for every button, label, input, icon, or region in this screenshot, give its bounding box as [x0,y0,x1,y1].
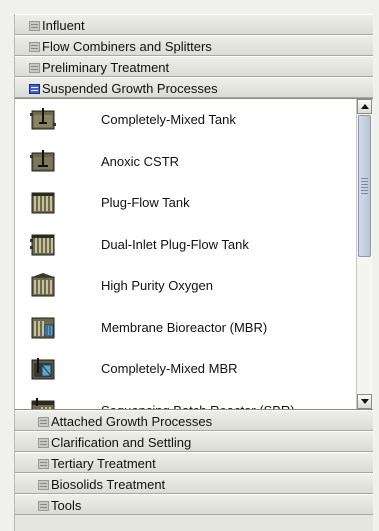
group-label: Suspended Growth Processes [42,81,218,96]
completely-mixed-mbr-icon [31,358,55,380]
collapsed-group-icon [38,459,49,469]
group-tertiary-treatment[interactable]: Tertiary Treatment [15,452,373,473]
anoxic-cstr-icon [30,149,55,171]
plug-flow-tank-icon [31,192,55,214]
group-label: Tools [51,498,82,513]
list-item-membrane-bioreactor[interactable]: Membrane Bioreactor (MBR) [15,307,357,349]
collapsed-group-icon [38,438,49,448]
item-label: Completely-Mixed MBR [101,361,238,376]
collapsed-group-icon [38,417,49,427]
dual-inlet-plug-flow-tank-icon [30,234,55,255]
item-label: High Purity Oxygen [101,278,213,293]
expanded-group-icon [29,84,40,94]
collapsed-group-icon [29,42,40,52]
group-suspended-growth-processes[interactable]: Suspended Growth Processes [15,77,373,98]
item-label: Anoxic CSTR [101,153,180,169]
suspended-growth-list: Completely-Mixed Tank Anoxic CSTR Plug-F… [15,98,373,410]
list-item-plug-flow-tank[interactable]: Plug-Flow Tank [15,182,357,224]
group-preliminary-treatment[interactable]: Preliminary Treatment [15,56,373,77]
grip-icon [361,178,368,194]
group-label: Influent [42,18,85,33]
group-influent[interactable]: Influent [15,14,373,35]
collapsed-group-icon [29,21,40,31]
group-flow-combiners-splitters[interactable]: Flow Combiners and Splitters [15,35,373,56]
collapsed-group-icon [38,480,49,490]
item-label: Sequencing Batch Reactor (SBR) [101,390,295,410]
list-item-completely-mixed-mbr[interactable]: Completely-Mixed MBR [15,348,357,390]
collapsed-group-icon [38,501,49,511]
arrow-up-icon [361,104,369,109]
group-label: Clarification and Settling [51,435,192,450]
group-biosolids-treatment[interactable]: Biosolids Treatment [15,473,373,494]
group-tools[interactable]: Tools [15,494,373,515]
group-label: Flow Combiners and Splitters [42,39,212,54]
high-purity-oxygen-icon [31,273,55,297]
list-item-sbr[interactable]: Sequencing Batch Reactor (SBR) [15,390,357,410]
list-item-dual-inlet-plug-flow-tank[interactable]: Dual-Inlet Plug-Flow Tank [15,224,357,266]
item-label: Plug-Flow Tank [101,195,190,210]
scroll-down-button[interactable] [357,394,372,409]
list-viewport: Completely-Mixed Tank Anoxic CSTR Plug-F… [15,99,357,409]
item-label: Dual-Inlet Plug-Flow Tank [101,236,249,252]
group-label: Attached Growth Processes [51,414,213,429]
list-item-high-purity-oxygen[interactable]: High Purity Oxygen [15,265,357,307]
collapsed-group-icon [29,63,40,73]
group-clarification-settling[interactable]: Clarification and Settling [15,431,373,452]
group-label: Preliminary Treatment [42,60,170,75]
scroll-up-button[interactable] [357,99,372,114]
arrow-down-icon [361,399,369,404]
sbr-icon [31,397,55,409]
item-label: Completely-Mixed Tank [101,112,236,127]
completely-mixed-tank-icon [30,108,56,130]
scrollbar-thumb[interactable] [358,115,371,257]
group-label: Biosolids Treatment [51,477,166,492]
list-item-completely-mixed-tank[interactable]: Completely-Mixed Tank [15,99,357,141]
item-label: Membrane Bioreactor (MBR) [101,319,268,335]
vertical-scrollbar[interactable] [356,99,373,409]
group-attached-growth-processes[interactable]: Attached Growth Processes [15,410,373,431]
process-palette-panel: Influent Flow Combiners and Splitters Pr… [14,14,373,531]
list-item-anoxic-cstr[interactable]: Anoxic CSTR [15,141,357,183]
membrane-bioreactor-icon [31,317,55,338]
group-label: Tertiary Treatment [51,456,156,471]
